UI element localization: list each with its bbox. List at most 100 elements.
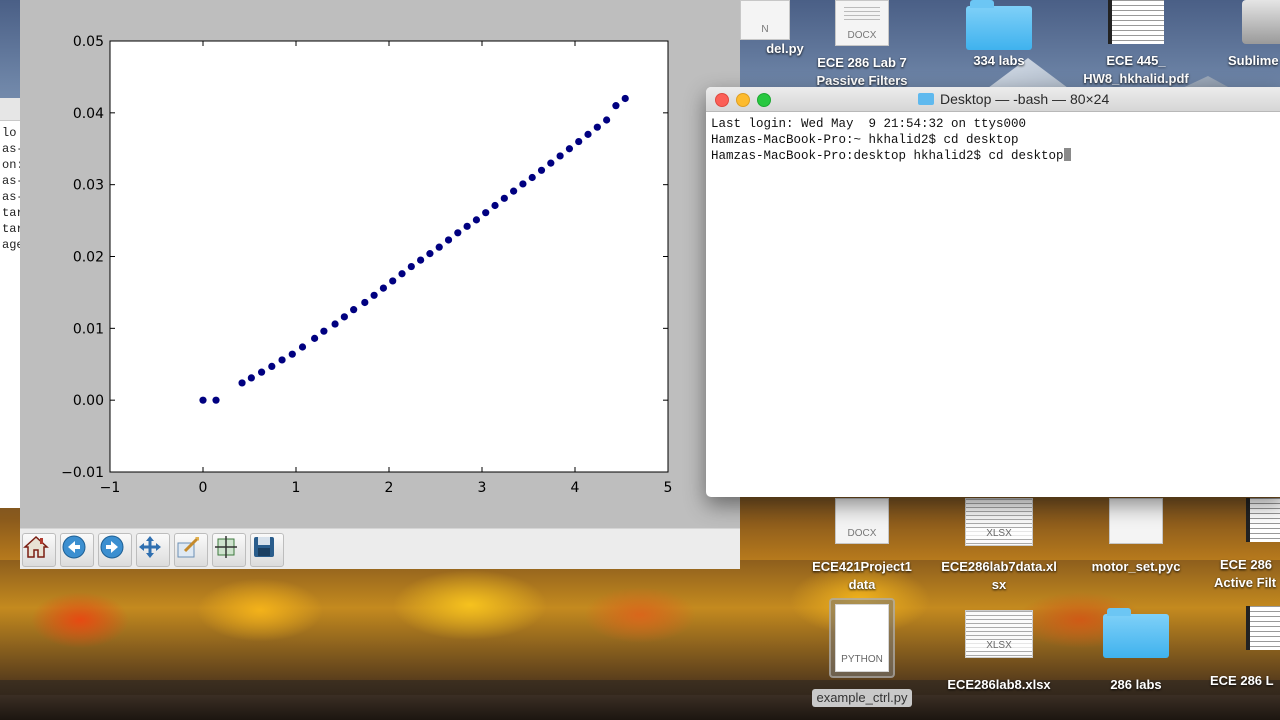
text-cursor — [1063, 148, 1071, 161]
data-point — [199, 396, 207, 404]
python-file-icon: PYTHON — [835, 604, 889, 672]
desktop-icon-label: Sublime — [1228, 53, 1279, 68]
data-point — [340, 313, 348, 321]
zoom-icon — [177, 537, 199, 558]
data-point — [389, 277, 397, 285]
data-point — [407, 262, 415, 271]
data-point — [482, 209, 490, 217]
desktop-icon-label: 334 labs — [973, 53, 1025, 68]
desktop-icon-sublime[interactable]: Sublime — [1198, 0, 1280, 70]
desktop-icon-ece421-project1[interactable]: DOCX ECE421Project1 data — [797, 498, 927, 594]
terminal-title: Desktop — -bash — 80×24 — [918, 91, 1109, 107]
y-tick-label: 0.01 — [73, 321, 104, 337]
scatter-plot: −1 0 1 2 3 4 5 0.05 0.04 0.03 0.02 0.01 0.00 −0.01 — [61, 34, 673, 496]
document-icon: N — [740, 0, 790, 40]
desktop-icon-ece286-lab7[interactable]: DOCX ECE 286 Lab 7 Passive Filters — [797, 0, 927, 90]
plot-window[interactable]: −1 0 1 2 3 4 5 0.05 0.04 0.03 0.02 0.01 0.00 −0.01 — [20, 0, 740, 569]
terminal-titlebar[interactable]: Desktop — -bash — 80×24 — [706, 87, 1280, 112]
window-text-line: as- — [2, 190, 20, 204]
desktop-icon-ece445-hw8[interactable]: ECE 445_ HW8_hkhalid.pdf — [1071, 0, 1201, 88]
terminal-title-text: Desktop — -bash — 80×24 — [940, 91, 1110, 107]
minimize-button[interactable] — [736, 93, 750, 107]
terminal-output[interactable]: Last login: Wed May 9 21:54:32 on ttys00… — [706, 112, 1280, 168]
desktop-icon-ece286lab8[interactable]: XLSX ECE286lab8.xlsx — [934, 610, 1064, 694]
desktop-icon-286-labs[interactable]: 286 labs — [1071, 608, 1201, 694]
data-point — [398, 270, 406, 278]
terminal-line: Hamzas-MacBook-Pro:~ hkhalid2$ cd deskto… — [711, 133, 1019, 147]
desktop-icon-label: ECE 445_ — [1106, 53, 1166, 68]
close-button[interactable] — [715, 93, 729, 107]
pan-button[interactable] — [136, 533, 170, 567]
desktop-icon-ece286lab7data[interactable]: XLSX ECE286lab7data.xl sx — [934, 498, 1064, 594]
data-point — [212, 396, 220, 404]
data-point — [603, 116, 611, 124]
terminal-prompt-text: Hamzas-MacBook-Pro:desktop hkhalid2$ cd … — [711, 149, 1064, 163]
data-point — [556, 152, 564, 160]
x-tick-label: −1 — [100, 480, 121, 496]
desktop-icon-example-ctrl[interactable]: PYTHON example_ctrl.py — [797, 598, 927, 707]
plot-toolbar — [20, 528, 740, 569]
home-icon — [23, 535, 49, 558]
data-point — [379, 284, 388, 292]
home-button[interactable] — [22, 533, 56, 567]
data-point — [584, 130, 592, 138]
data-point — [575, 137, 583, 146]
desktop-icon-label: 286 labs — [1110, 677, 1162, 692]
data-point — [537, 166, 546, 174]
back-button[interactable] — [60, 533, 94, 567]
data-point — [491, 201, 499, 210]
data-point — [331, 320, 339, 328]
data-point — [547, 159, 555, 167]
folder-icon — [966, 0, 1032, 50]
desktop-icon-label: ECE 286 L — [1210, 673, 1274, 688]
back-icon — [62, 535, 86, 559]
data-point — [454, 229, 462, 237]
data-point — [593, 123, 601, 131]
desktop-icon-label: motor_set.pyc — [1091, 559, 1181, 574]
data-point — [350, 306, 358, 314]
subplots-button[interactable] — [212, 533, 246, 567]
xlsx-file-icon: XLSX — [965, 610, 1033, 658]
desktop-icon-ece286-l[interactable]: ECE 286 L — [1198, 606, 1280, 690]
window-text: lo as-on: as-as-tar tar age — [2, 121, 20, 253]
background-text-window[interactable]: lo as-on: as-as-tar tar age — [0, 98, 21, 508]
desktop-icon-ece286-active[interactable]: ECE 286 Active Filt — [1198, 498, 1280, 592]
desktop-icon-label-line2: Active Filt — [1214, 575, 1277, 590]
y-tick-label: 0.02 — [73, 250, 104, 266]
document-icon — [1109, 498, 1163, 544]
data-point — [444, 236, 453, 244]
subplots-icon — [215, 536, 237, 558]
pdf-file-icon — [1246, 498, 1280, 542]
docx-file-icon: DOCX — [835, 0, 889, 46]
desktop-icon-334-labs[interactable]: 334 labs — [934, 0, 1064, 70]
desktop-icon-label: ECE421Project1 — [812, 559, 912, 574]
x-tick-label: 2 — [385, 480, 394, 496]
plot-axes-frame — [109, 40, 669, 473]
window-text-line: tar — [2, 222, 20, 236]
desktop-icon-label-line2: HW8_hkhalid.pdf — [1083, 71, 1189, 86]
window-titlebar[interactable] — [0, 98, 20, 121]
y-tick-label: 0.03 — [73, 178, 104, 194]
x-tick-label: 5 — [664, 480, 673, 496]
data-point — [268, 362, 276, 371]
forward-button[interactable] — [98, 533, 132, 567]
data-point — [510, 187, 518, 195]
data-point — [370, 291, 378, 299]
desktop-icon-label: ECE286lab7data.xl — [941, 559, 1057, 574]
data-point — [238, 379, 246, 387]
x-tick-label: 4 — [571, 480, 580, 496]
zoom-window-button[interactable] — [757, 93, 771, 107]
desktop-icon-motor-set-pyc[interactable]: motor_set.pyc — [1071, 498, 1201, 576]
terminal-line: Hamzas-MacBook-Pro:desktop hkhalid2$ cd … — [711, 148, 1280, 164]
forward-icon — [100, 535, 124, 559]
desktop-icon-label: ECE 286 Lab 7 — [817, 55, 907, 70]
save-button[interactable] — [250, 533, 284, 567]
folder-icon — [1103, 608, 1169, 658]
desktop-icon-label: example_ctrl.py — [812, 689, 912, 707]
window-text-line: lo — [2, 126, 17, 140]
data-point — [361, 298, 369, 307]
terminal-window[interactable]: Desktop — -bash — 80×24 Last login: Wed … — [706, 87, 1280, 497]
zoom-button[interactable] — [174, 533, 208, 567]
terminal-line: Last login: Wed May 9 21:54:32 on ttys00… — [711, 117, 1027, 131]
window-text-line: as- — [2, 142, 20, 156]
